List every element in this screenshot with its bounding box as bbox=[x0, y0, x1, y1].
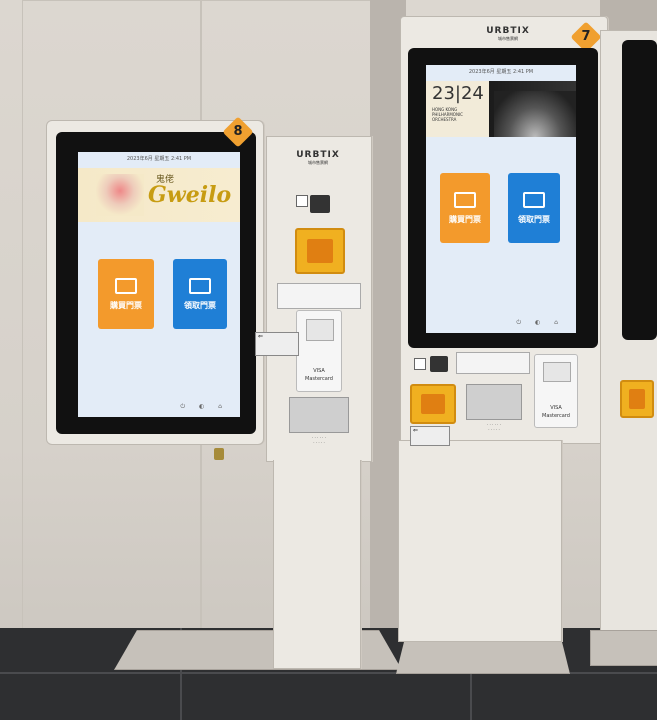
left-banner-illustration bbox=[96, 174, 144, 216]
right-banner-title: 23|24 bbox=[432, 83, 484, 104]
left-collect-ticket-label: 領取門票 bbox=[184, 300, 216, 310]
third-octopus-reader[interactable] bbox=[620, 380, 654, 418]
right-status-bar: 2023年6月 星期五 2:41 PM bbox=[468, 69, 534, 75]
right-kiosk-screen: 2023年6月 星期五 2:41 PM 23|24 HONG KONG PHIL… bbox=[426, 65, 576, 333]
left-arrow-sign: ⇐ bbox=[255, 332, 299, 356]
left-hotline-info: · · · · · · · · · · · bbox=[312, 435, 326, 445]
right-instruction-label bbox=[456, 352, 530, 374]
right-collect-ticket-button[interactable]: 領取門票 bbox=[508, 173, 560, 243]
right-promo-banner[interactable]: 23|24 HONG KONG PHILHARMONIC ORCHESTRA bbox=[426, 81, 576, 137]
print-icon bbox=[523, 191, 545, 208]
right-hotline-info: · · · · · · · · · · · bbox=[487, 422, 501, 432]
right-banner-subtitle: HONG KONG PHILHARMONIC ORCHESTRA bbox=[432, 107, 463, 122]
left-kiosk-screen: 2023年6月 星期五 2:41 PM 鬼佬 Gweilo 購買門票 領取門票 … bbox=[78, 152, 240, 417]
kiosk-scene: 2023年6月 星期五 2:41 PM 鬼佬 Gweilo 購買門票 領取門票 … bbox=[0, 0, 657, 720]
left-terminal-display bbox=[305, 319, 335, 341]
right-arrow-sign: ⇐ bbox=[410, 426, 450, 446]
left-kiosk-number-badge: 8 bbox=[222, 116, 254, 148]
left-buy-ticket-label: 購買門票 bbox=[110, 300, 142, 310]
left-footer-icons[interactable]: ⏻ ◐ ⌂ bbox=[180, 403, 228, 411]
left-card-logos: VISA Mastercard bbox=[305, 368, 333, 382]
left-status-bar: 2023年6月 星期五 2:41 PM bbox=[126, 156, 192, 162]
right-card-terminal[interactable]: VISA Mastercard bbox=[534, 354, 578, 428]
left-pedestal-post bbox=[273, 460, 361, 669]
third-pedestal-base bbox=[590, 630, 657, 666]
right-banner-orchestra-photo bbox=[494, 91, 576, 137]
ticket-icon bbox=[115, 277, 137, 294]
left-banner-title: Gweilo bbox=[148, 182, 232, 208]
left-brand-logo: URBTIX 城市售票網 bbox=[296, 150, 340, 165]
padlock bbox=[214, 448, 224, 460]
right-pedestal-post bbox=[398, 440, 562, 642]
right-buy-ticket-button[interactable]: 購買門票 bbox=[440, 173, 490, 243]
left-ticket-slot bbox=[289, 397, 349, 433]
third-kiosk-bezel bbox=[622, 40, 657, 340]
right-octopus-reader[interactable] bbox=[410, 384, 456, 424]
left-qr-scanner[interactable] bbox=[296, 195, 308, 207]
left-collect-ticket-button[interactable]: 領取門票 bbox=[173, 259, 227, 329]
right-card-logos: VISA Mastercard bbox=[542, 404, 570, 419]
right-ticket-slot bbox=[466, 384, 522, 420]
ticket-icon bbox=[454, 191, 476, 208]
right-footer-icons[interactable]: ⏻ ◐ ⌂ bbox=[516, 319, 564, 327]
right-brand-logo: URBTIX 城市售票網 bbox=[486, 26, 530, 41]
left-camera bbox=[310, 195, 330, 213]
right-buy-ticket-label: 購買門票 bbox=[449, 214, 481, 224]
left-buy-ticket-button[interactable]: 購買門票 bbox=[98, 259, 154, 329]
left-instruction-label bbox=[277, 283, 361, 309]
left-promo-banner[interactable]: 鬼佬 Gweilo bbox=[78, 168, 240, 222]
print-icon bbox=[189, 277, 211, 294]
left-octopus-reader[interactable] bbox=[295, 228, 345, 274]
right-terminal-display bbox=[543, 362, 571, 383]
right-collect-ticket-label: 領取門票 bbox=[518, 214, 550, 224]
right-camera bbox=[430, 356, 448, 372]
right-qr-scanner[interactable] bbox=[414, 358, 426, 370]
left-card-terminal[interactable]: VISA Mastercard bbox=[296, 310, 342, 392]
